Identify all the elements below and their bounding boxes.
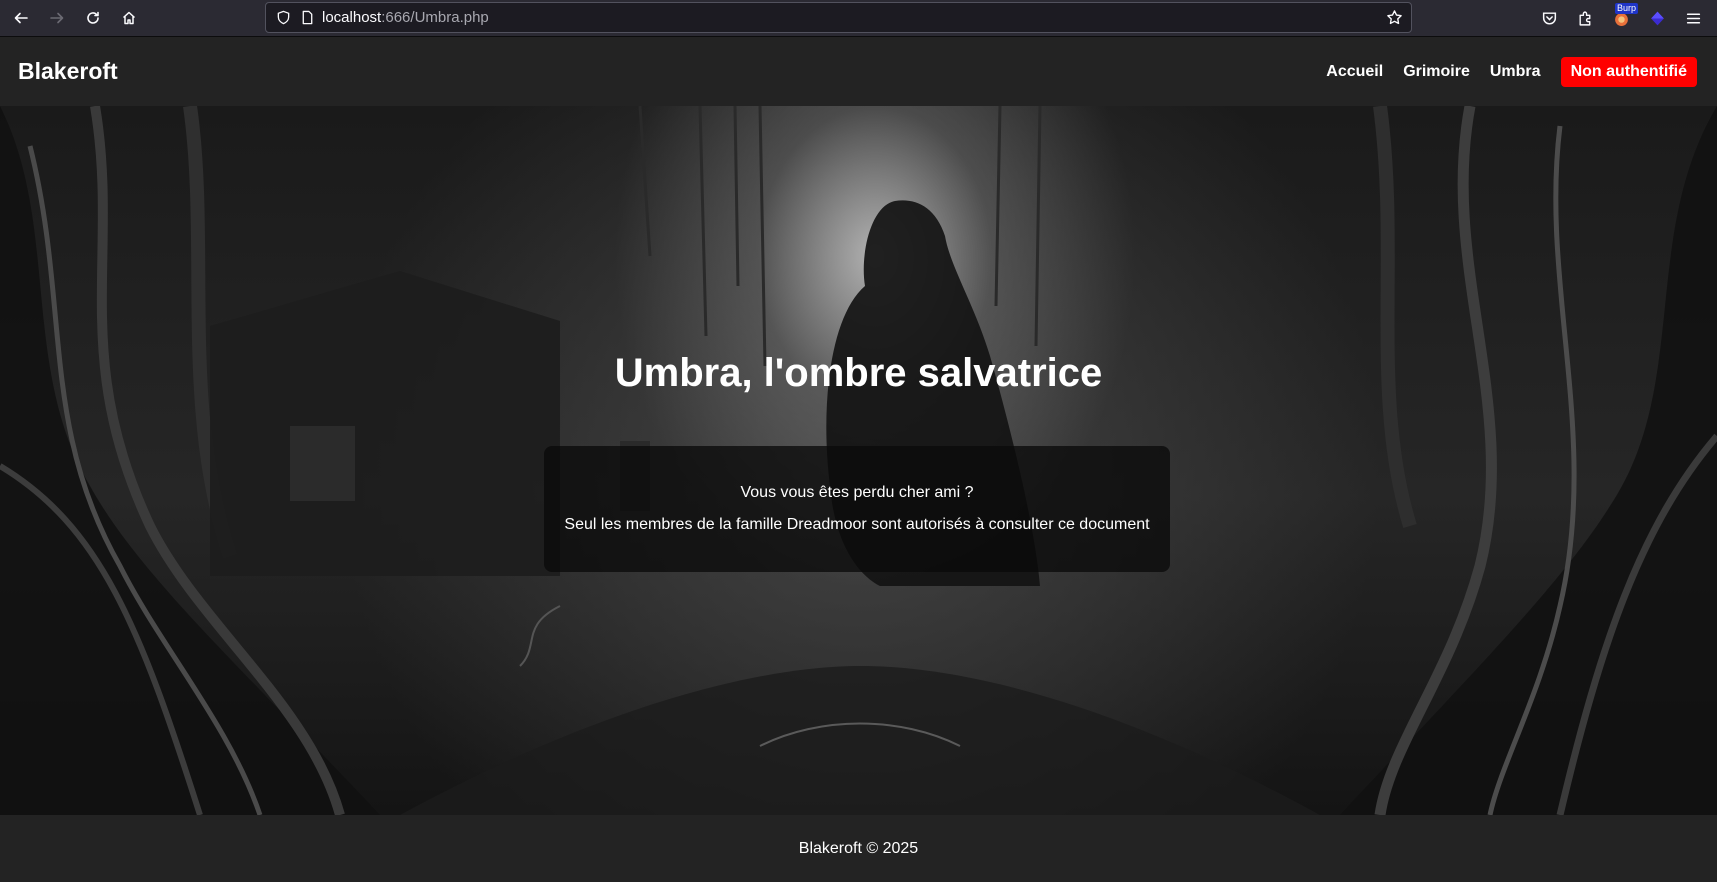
extensions-button[interactable] (1567, 0, 1603, 36)
nav-link-home[interactable]: Accueil (1326, 63, 1383, 81)
message-restriction: Seul les membres de la famille Dreadmoor… (564, 516, 1150, 533)
url-host: localhost (322, 9, 382, 26)
burp-badge: Burp (1615, 3, 1639, 14)
arrow-right-icon (50, 12, 64, 24)
site-footer: Blakeroft © 2025 (0, 815, 1717, 882)
home-icon (122, 11, 136, 25)
diamond-icon (1650, 11, 1664, 25)
page-title: Umbra, l'ombre salvatrice (614, 351, 1103, 395)
forward-button[interactable] (39, 0, 75, 36)
browser-toolbar: localhost:666/Umbra.php Burp (0, 0, 1717, 37)
footer-copyright: Blakeroft © 2025 (798, 839, 919, 857)
pocket-button[interactable] (1531, 0, 1567, 36)
menu-button[interactable] (1675, 0, 1711, 36)
address-bar[interactable]: localhost:666/Umbra.php (265, 2, 1412, 33)
home-button[interactable] (111, 0, 147, 36)
site-brand[interactable]: Blakeroft (18, 58, 118, 85)
burp-extension-button[interactable]: Burp (1603, 0, 1639, 36)
bookmark-star-icon[interactable] (1386, 9, 1403, 31)
reload-icon (87, 11, 99, 24)
nav-link-grimoire[interactable]: Grimoire (1403, 63, 1470, 81)
site-header: Blakeroft Accueil Grimoire Umbra Non aut… (0, 37, 1717, 106)
puzzle-icon (1578, 11, 1590, 26)
browser-extensions: Burp (1531, 0, 1711, 36)
main-nav: Accueil Grimoire Umbra Non authentifié (1306, 57, 1697, 87)
hero-section: Umbra, l'ombre salvatrice Vous vous êtes… (0, 106, 1717, 815)
hamburger-icon (1686, 12, 1700, 24)
page-icon[interactable] (298, 9, 316, 27)
url-path: :666/Umbra.php (381, 9, 489, 26)
auth-status-badge[interactable]: Non authentifié (1560, 57, 1697, 87)
pocket-icon (1542, 11, 1556, 25)
arrow-left-icon (14, 12, 28, 24)
access-denied-box: Vous vous êtes perdu cher ami ? Seul les… (544, 446, 1170, 572)
nav-link-umbra[interactable]: Umbra (1490, 63, 1541, 81)
vpn-extension-button[interactable] (1639, 0, 1675, 36)
reload-button[interactable] (75, 0, 111, 36)
message-question: Vous vous êtes perdu cher ami ? (740, 484, 974, 501)
back-button[interactable] (3, 0, 39, 36)
shield-icon[interactable] (274, 9, 292, 27)
